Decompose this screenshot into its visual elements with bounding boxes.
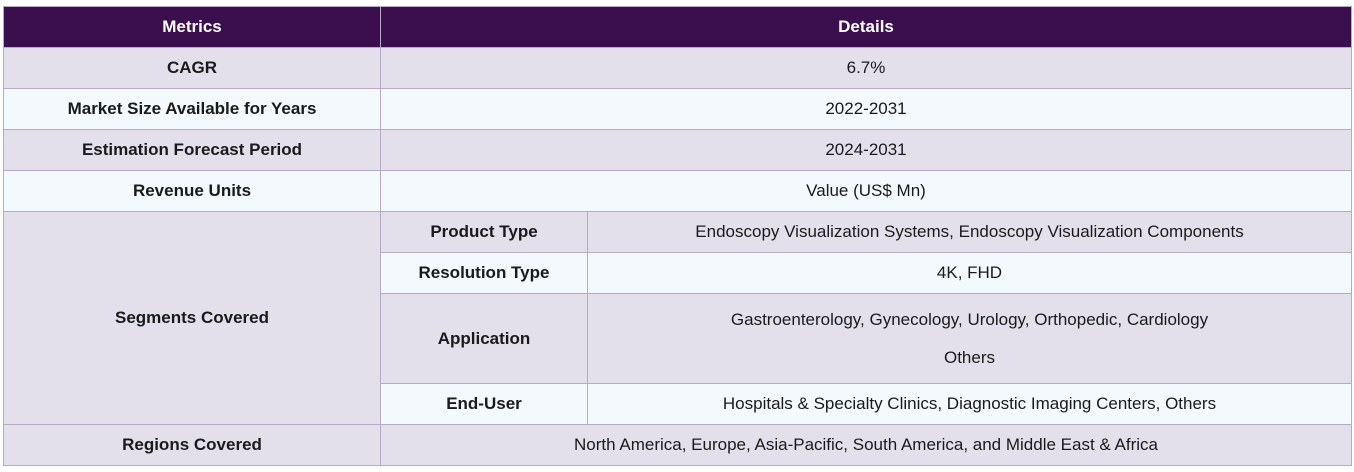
segment-label-application: Application xyxy=(380,293,588,384)
table-header-row: Metrics Details xyxy=(3,6,1352,48)
table-row: Revenue Units Value (US$ Mn) xyxy=(3,170,1352,212)
segment-value-application: Gastroenterology, Gynecology, Urology, O… xyxy=(587,293,1352,384)
header-metrics: Metrics xyxy=(3,6,381,48)
segment-value-end-user: Hospitals & Specialty Clinics, Diagnosti… xyxy=(587,383,1352,425)
table-row: Estimation Forecast Period 2024-2031 xyxy=(3,129,1352,171)
table-row: Regions Covered North America, Europe, A… xyxy=(3,424,1352,466)
table-row: Market Size Available for Years 2022-203… xyxy=(3,88,1352,130)
segments-covered-label: Segments Covered xyxy=(3,211,381,425)
row-value-cagr: 6.7% xyxy=(380,47,1352,89)
segment-label-end-user: End-User xyxy=(380,383,588,425)
segment-value-product-type: Endoscopy Visualization Systems, Endosco… xyxy=(587,211,1352,253)
header-details: Details xyxy=(380,6,1352,48)
row-value-forecast-period: 2024-2031 xyxy=(380,129,1352,171)
row-label-market-size: Market Size Available for Years xyxy=(3,88,381,130)
segment-label-product-type: Product Type xyxy=(380,211,588,253)
table-row: CAGR 6.7% xyxy=(3,47,1352,89)
regions-covered-label: Regions Covered xyxy=(3,424,381,466)
regions-covered-value: North America, Europe, Asia-Pacific, Sou… xyxy=(380,424,1352,466)
application-line-2: Others xyxy=(943,347,996,367)
segment-label-resolution-type: Resolution Type xyxy=(380,252,588,294)
row-label-revenue-units: Revenue Units xyxy=(3,170,381,212)
metrics-table: Metrics Details CAGR 6.7% Market Size Av… xyxy=(3,6,1352,466)
row-label-forecast-period: Estimation Forecast Period xyxy=(3,129,381,171)
table-row: Segments Covered Product Type Endoscopy … xyxy=(3,211,1352,425)
row-value-market-size: 2022-2031 xyxy=(380,88,1352,130)
row-label-cagr: CAGR xyxy=(3,47,381,89)
row-value-revenue-units: Value (US$ Mn) xyxy=(380,170,1352,212)
application-line-1: Gastroenterology, Gynecology, Urology, O… xyxy=(730,309,1209,329)
segment-value-resolution-type: 4K, FHD xyxy=(587,252,1352,294)
